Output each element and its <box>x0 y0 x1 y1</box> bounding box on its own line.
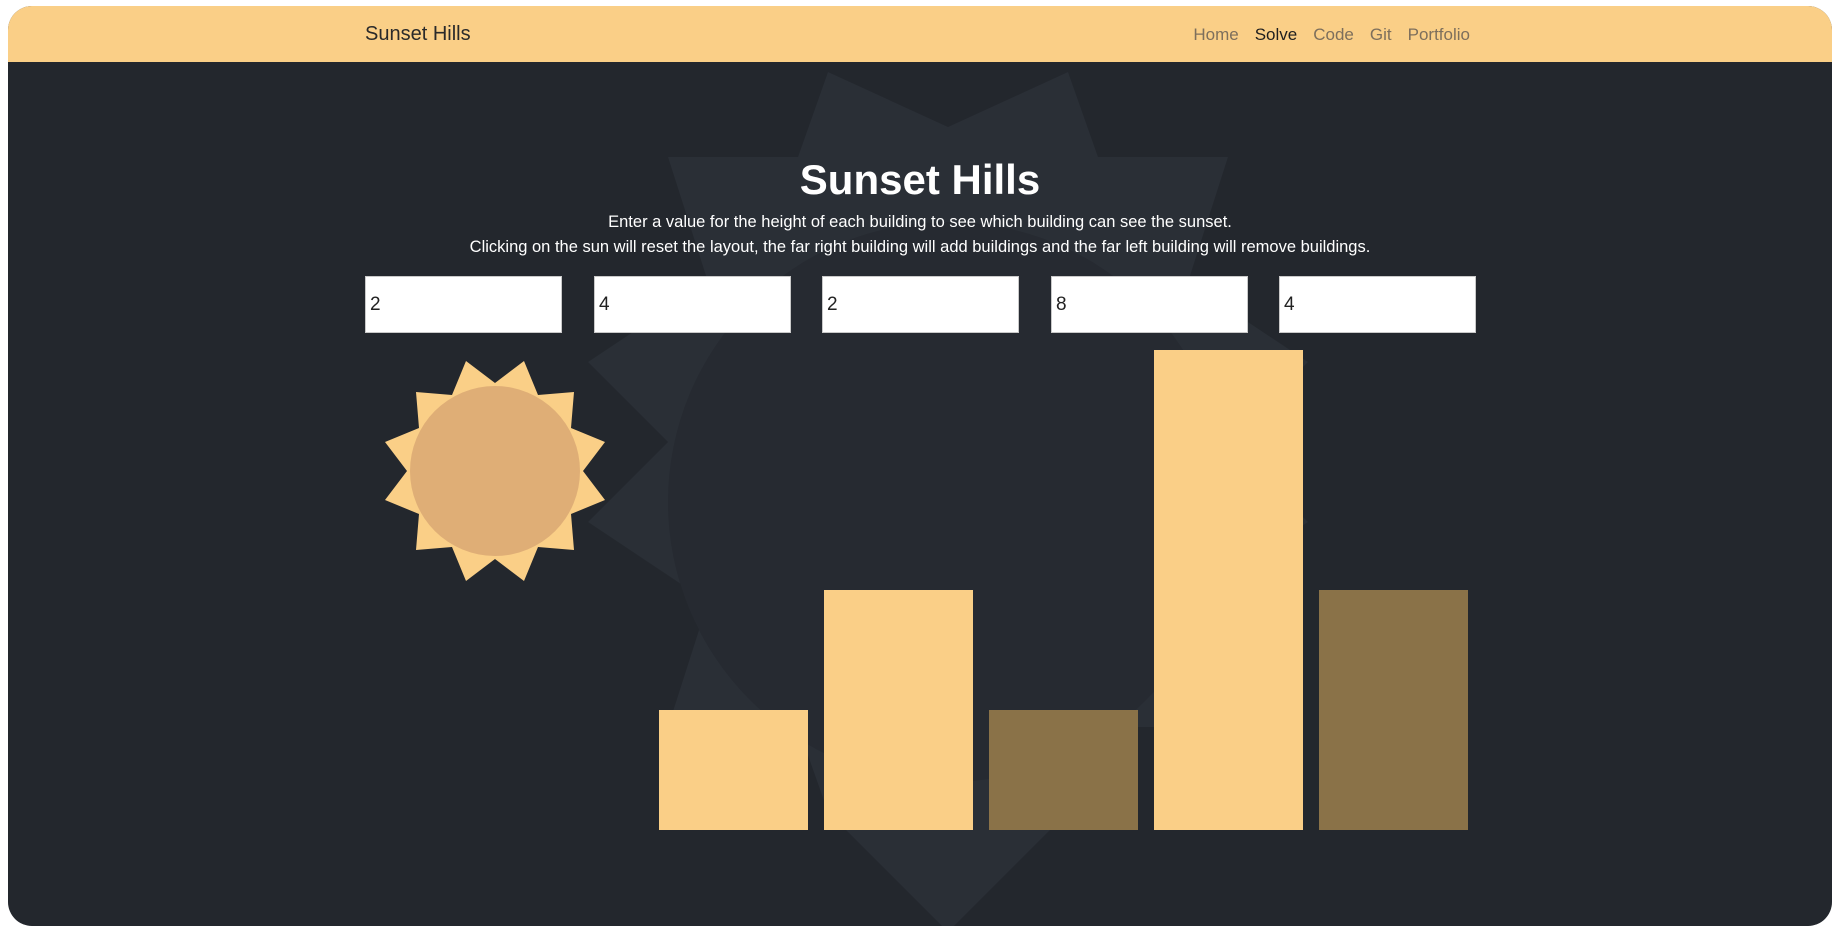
building-height-input-3[interactable] <box>822 276 1019 333</box>
building-2[interactable] <box>824 590 973 830</box>
description-line-1: Enter a value for the height of each bui… <box>608 213 1232 231</box>
brand-link[interactable]: Sunset Hills <box>365 23 471 46</box>
building-4[interactable] <box>1154 350 1303 830</box>
nav-code[interactable]: Code <box>1313 25 1354 45</box>
building-5[interactable] <box>1319 590 1468 830</box>
nav-portfolio[interactable]: Portfolio <box>1408 25 1470 45</box>
building-height-input-2[interactable] <box>594 276 791 333</box>
nav-solve[interactable]: Solve <box>1255 25 1298 45</box>
nav-git[interactable]: Git <box>1370 25 1392 45</box>
nav-home[interactable]: Home <box>1193 25 1238 45</box>
description-line-2: Clicking on the sun will reset the layou… <box>469 238 1371 256</box>
building-1[interactable] <box>659 710 808 830</box>
building-height-input-4[interactable] <box>1051 276 1248 333</box>
app-frame: Sunset Hills Home Solve Code Git Portfol… <box>8 6 1832 926</box>
navbar: Sunset Hills Home Solve Code Git Portfol… <box>8 6 1832 62</box>
building-height-input-5[interactable] <box>1279 276 1476 333</box>
building-3[interactable] <box>989 710 1138 830</box>
building-height-input-1[interactable] <box>365 276 562 333</box>
nav-links: Home Solve Code Git Portfolio <box>1193 25 1470 45</box>
page-title: Sunset Hills <box>799 156 1041 203</box>
sun-reset-button-icon[interactable] <box>365 356 625 616</box>
